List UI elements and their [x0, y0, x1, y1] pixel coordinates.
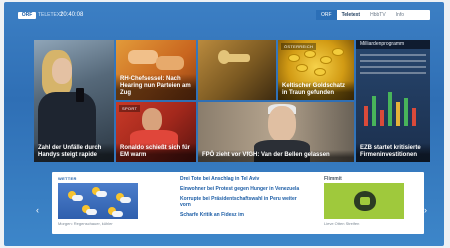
weather-title: WETTER [58, 176, 77, 181]
photo-hand [128, 50, 158, 64]
tile-label: Zahl der Unfälle durch Handys steigt rap… [34, 143, 114, 162]
cloud-icon [96, 191, 107, 197]
top-bar: ORF TELETEXT 20:40:08 ORF Teletext HbbTV… [4, 2, 444, 22]
ticker-row [360, 66, 426, 68]
tile-ronaldo[interactable]: SPORT Ronaldo schießt sich für EM warm [116, 102, 196, 162]
ticker-row [360, 60, 426, 62]
coin-icon [314, 68, 326, 76]
tile-label: Ronaldo schießt sich für EM warm [116, 143, 196, 162]
weather-map [58, 183, 138, 219]
top-tabs: ORF Teletext HbbTV Info [316, 10, 430, 20]
clock: 20:40:08 [60, 12, 84, 18]
ticker-row [360, 72, 426, 74]
bottom-panel: WETTER Morgen: Regenschauer, kühler Drei… [52, 172, 424, 234]
news-item[interactable]: Scharfe Kritik an Fidesz im [180, 212, 300, 218]
coin-icon [296, 64, 308, 72]
chart-bar [380, 110, 384, 126]
chart-bar [396, 102, 400, 126]
tile-label: RH-Chefsessel: Nach Hearing nun Parteien… [116, 74, 196, 100]
cloud-icon [86, 209, 97, 215]
news-list: Drei Tote bei Anschlag in Tel Aviv Einwo… [180, 176, 300, 222]
news-item[interactable]: Einwohner bei Protest gegen Hunger in Ve… [180, 186, 300, 192]
chevron-left-icon[interactable]: ‹ [36, 205, 39, 215]
chart-bar [412, 108, 416, 126]
chart-bar [364, 106, 368, 126]
key-shaft [224, 54, 250, 62]
category-tag: SPORT [119, 105, 141, 112]
tile-label: FPÖ zieht vor VfGH: Van der Bellen gelas… [198, 150, 354, 162]
flimmit-image [324, 183, 404, 219]
photo-face [52, 58, 72, 84]
tab-info[interactable]: Info [391, 10, 409, 20]
tile-heading: Milliardenprogramm [356, 40, 430, 49]
news-item[interactable]: Drei Tote bei Anschlag in Tel Aviv [180, 176, 300, 182]
ticker-row [360, 54, 426, 56]
tab-teletext[interactable]: Teletext [337, 10, 366, 20]
tab-orf[interactable]: ORF [316, 10, 337, 20]
tile-ezb[interactable]: Milliardenprogramm EZB startet kritisier… [356, 40, 430, 162]
chart-bar [388, 92, 392, 126]
orf-logo: ORF [18, 12, 36, 19]
chevron-right-icon[interactable]: › [424, 205, 427, 215]
tile-handy-unfaelle[interactable]: Zahl der Unfälle durch Handys steigt rap… [34, 40, 114, 162]
heart-icon [354, 191, 376, 211]
tile-rh-chefsessel[interactable]: RH-Chefsessel: Nach Hearing nun Parteien… [116, 40, 196, 100]
tile-key-photo[interactable] [198, 40, 276, 100]
chart-bar [404, 98, 408, 126]
cloud-icon [112, 211, 123, 217]
chart-bar [372, 96, 376, 126]
news-item[interactable]: Korrupte bei Präsidentschaftswahl in Per… [180, 196, 300, 208]
cloud-icon [120, 197, 131, 203]
photo-hand [156, 56, 184, 70]
tile-label: EZB startet kritisierte Firmeninvestitio… [356, 143, 430, 162]
weather-caption: Morgen: Regenschauer, kühler [58, 221, 113, 226]
photo-face [142, 108, 162, 132]
film-icon [360, 197, 370, 205]
phone-icon [76, 88, 84, 102]
tile-van-der-bellen[interactable]: FPÖ zieht vor VfGH: Van der Bellen gelas… [198, 102, 354, 162]
tile-label: Keltischer Goldschatz in Traun gefunden [278, 81, 354, 100]
flimmit-title: Flimmit [324, 176, 342, 182]
tab-hbbtv[interactable]: HbbTV [365, 10, 391, 20]
coin-icon [304, 50, 316, 58]
category-tag: ÖSTERREICH [281, 43, 317, 50]
coin-icon [320, 56, 332, 64]
weather-widget[interactable]: WETTER Morgen: Regenschauer, kühler [58, 176, 138, 228]
photo-face [268, 106, 296, 142]
flimmit-caption: Lieve Otten Streifen [324, 221, 360, 226]
tile-goldschatz[interactable]: ÖSTERREICH Keltischer Goldschatz in Trau… [278, 40, 354, 100]
cloud-icon [72, 195, 83, 201]
coin-icon [332, 48, 344, 56]
coin-icon [288, 54, 300, 62]
flimmit-widget[interactable]: Flimmit Lieve Otten Streifen [324, 176, 404, 230]
tv-screen: ORF TELETEXT 20:40:08 ORF Teletext HbbTV… [4, 2, 444, 246]
